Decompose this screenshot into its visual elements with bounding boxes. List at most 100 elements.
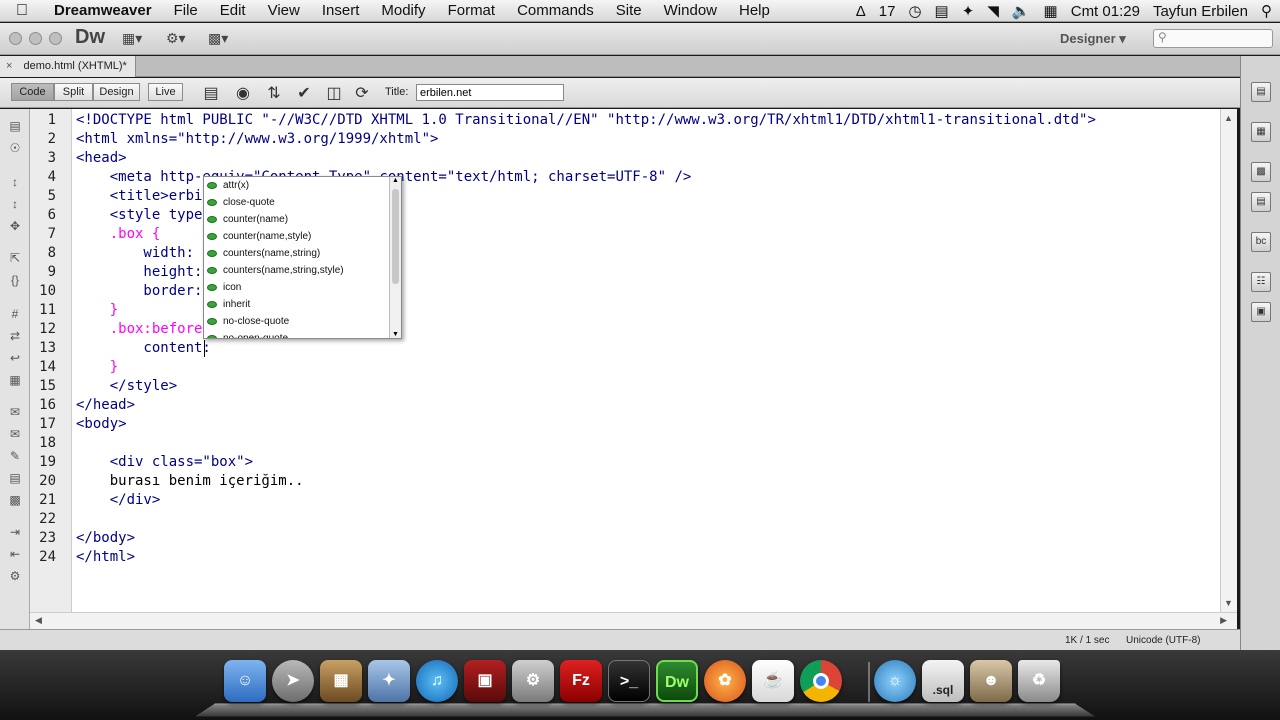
code-hint-item[interactable]: inherit <box>207 296 250 313</box>
title-field[interactable] <box>416 84 564 101</box>
tag-inspector-icon[interactable]: ▤ <box>1251 192 1271 212</box>
multiscreen-icon[interactable]: ▤ <box>200 83 222 103</box>
code-hint-item[interactable]: counter(name) <box>207 211 288 228</box>
code-line[interactable]: </body> <box>76 529 135 548</box>
design-view-button[interactable]: Design <box>93 83 140 101</box>
launchpad-icon[interactable]: ➤ <box>272 660 314 702</box>
code-line[interactable]: <!DOCTYPE html PUBLIC "-//W3C//DTD XHTML… <box>76 111 1096 130</box>
scroll-left-icon[interactable]: ◀ <box>35 615 42 626</box>
highlight-invalid-icon[interactable]: ⇄ <box>6 329 24 343</box>
show-code-navigator-icon[interactable]: ☉ <box>6 141 24 155</box>
zoom-window-button[interactable] <box>49 32 62 45</box>
notification-count[interactable]: 17 <box>879 3 896 20</box>
code-hint-item[interactable]: attr(x) <box>207 177 249 194</box>
volume-icon[interactable]: 🔈 <box>1012 2 1031 20</box>
code-line[interactable]: <body> <box>76 415 127 434</box>
css-styles-icon[interactable]: ▦ <box>1251 122 1271 142</box>
itunes-icon[interactable]: ♫ <box>416 660 458 702</box>
menu-site[interactable]: Site <box>605 2 653 19</box>
apple-icon[interactable]:  <box>0 2 44 20</box>
preview-icon[interactable]: ▦ <box>320 660 362 702</box>
code-line[interactable]: <html xmlns="http://www.w3.org/1999/xhtm… <box>76 130 438 149</box>
menu-help[interactable]: Help <box>728 2 781 19</box>
line-numbers-icon[interactable]: # <box>6 307 24 321</box>
code-line[interactable]: } <box>76 358 118 377</box>
code-hint-item[interactable]: no-open-quote <box>207 330 288 338</box>
time-machine-icon[interactable]: ◷ <box>908 2 921 20</box>
code-line[interactable]: .box:before <box>76 320 203 339</box>
insert-panel-icon[interactable]: ▤ <box>1251 82 1271 102</box>
scroll-down-icon[interactable]: ▼ <box>1224 598 1233 608</box>
code-hint-item[interactable]: close-quote <box>207 194 275 211</box>
syntax-coloring-icon[interactable]: ▦ <box>6 373 24 387</box>
code-line[interactable]: width: 5 <box>76 244 210 263</box>
indent-code-icon[interactable]: ⇥ <box>6 525 24 539</box>
code-view-button[interactable]: Code <box>11 83 54 101</box>
format-source-icon[interactable]: ⚙ <box>6 569 24 583</box>
system-preferences-icon[interactable]: ⚙ <box>512 660 554 702</box>
menu-window[interactable]: Window <box>653 2 728 19</box>
firefox-icon[interactable]: ✿ <box>704 660 746 702</box>
assets-panel-icon[interactable]: ▣ <box>1251 302 1271 322</box>
code-hint-item[interactable]: no-close-quote <box>207 313 289 330</box>
code-line[interactable]: </div> <box>76 491 161 510</box>
scroll-up-icon[interactable]: ▲ <box>1224 113 1233 123</box>
check-browser-icon[interactable]: ✔ <box>293 83 315 103</box>
scroll-down-icon[interactable]: ▼ <box>392 331 399 338</box>
collapse-selection-icon[interactable]: ↕ <box>6 197 24 211</box>
preview-browser-icon[interactable]: ◉ <box>232 83 254 103</box>
layout-icon[interactable]: ▦▾ <box>122 30 142 47</box>
filezilla-icon[interactable]: Fz <box>560 660 602 702</box>
file-management-icon[interactable]: ⇅ <box>263 83 285 103</box>
bluetooth-icon[interactable]: ✦ <box>962 2 975 20</box>
menu-view[interactable]: View <box>257 2 311 19</box>
encoding-status[interactable]: Unicode (UTF-8) <box>1126 635 1200 646</box>
menu-insert[interactable]: Insert <box>311 2 371 19</box>
split-view-button[interactable]: Split <box>54 83 93 101</box>
mail-icon[interactable]: ✦ <box>368 660 410 702</box>
gear-icon[interactable]: ⚙▾ <box>166 30 186 47</box>
code-hint-item[interactable]: icon <box>207 279 241 296</box>
photo-booth-icon[interactable]: ▣ <box>464 660 506 702</box>
code-hint-popup[interactable]: attr(x) close-quote counter(name) counte… <box>203 176 402 339</box>
search-input[interactable]: ⚲ <box>1153 29 1273 48</box>
code-hint-item[interactable]: counters(name,string,style) <box>207 262 344 279</box>
clock[interactable]: Cmt 01:29 <box>1071 3 1140 20</box>
dreamweaver-icon[interactable]: Dw <box>656 660 698 702</box>
code-line[interactable]: <title>erbil <box>76 187 211 206</box>
visual-aids-icon[interactable]: ◫ <box>323 83 345 103</box>
minimize-window-button[interactable] <box>29 32 42 45</box>
wifi-icon[interactable]: ◥ <box>987 2 999 20</box>
vertical-scrollbar[interactable]: ▲ ▼ <box>1220 109 1237 612</box>
spotlight-icon[interactable]: ⚲ <box>1261 2 1272 20</box>
code-line[interactable]: </head> <box>76 396 135 415</box>
menu-file[interactable]: File <box>163 2 209 19</box>
ap-elements-icon[interactable]: ▩ <box>1251 162 1271 182</box>
menu-format[interactable]: Format <box>437 2 507 19</box>
chrome-icon[interactable] <box>800 660 842 702</box>
move-css-icon[interactable]: ▩ <box>6 493 24 507</box>
apply-comment-icon[interactable]: ✉ <box>6 405 24 419</box>
code-line[interactable]: <div class="box"> <box>76 453 253 472</box>
site-manager-icon[interactable]: ▩▾ <box>208 30 228 47</box>
menu-edit[interactable]: Edit <box>209 2 257 19</box>
collapse-tag-icon[interactable]: ↕ <box>6 175 24 189</box>
code-line[interactable]: </style> <box>76 377 177 396</box>
network-utility-icon[interactable]: ☼ <box>874 660 916 702</box>
select-parent-tag-icon[interactable]: ⇱ <box>6 251 24 265</box>
menu-commands[interactable]: Commands <box>506 2 605 19</box>
calendar-icon[interactable]: ▦ <box>1044 2 1058 20</box>
workspace-switcher[interactable]: Designer ▾ <box>1060 31 1126 47</box>
sql-file-icon[interactable]: .sql <box>922 660 964 702</box>
recent-snippets-icon[interactable]: ▤ <box>6 471 24 485</box>
finder-icon[interactable]: ☺ <box>224 660 266 702</box>
terminal-icon[interactable]: >_ <box>608 660 650 702</box>
java-icon[interactable]: ☕ <box>752 660 794 702</box>
word-wrap-icon[interactable]: ↩ <box>6 351 24 365</box>
business-catalyst-icon[interactable]: bc <box>1251 232 1271 252</box>
remove-comment-icon[interactable]: ✉ <box>6 427 24 441</box>
close-window-button[interactable] <box>9 32 22 45</box>
open-documents-icon[interactable]: ▤ <box>6 119 24 133</box>
horizontal-scrollbar[interactable]: ◀ ▶ <box>30 612 1237 629</box>
code-hint-item[interactable]: counter(name,style) <box>207 228 311 245</box>
